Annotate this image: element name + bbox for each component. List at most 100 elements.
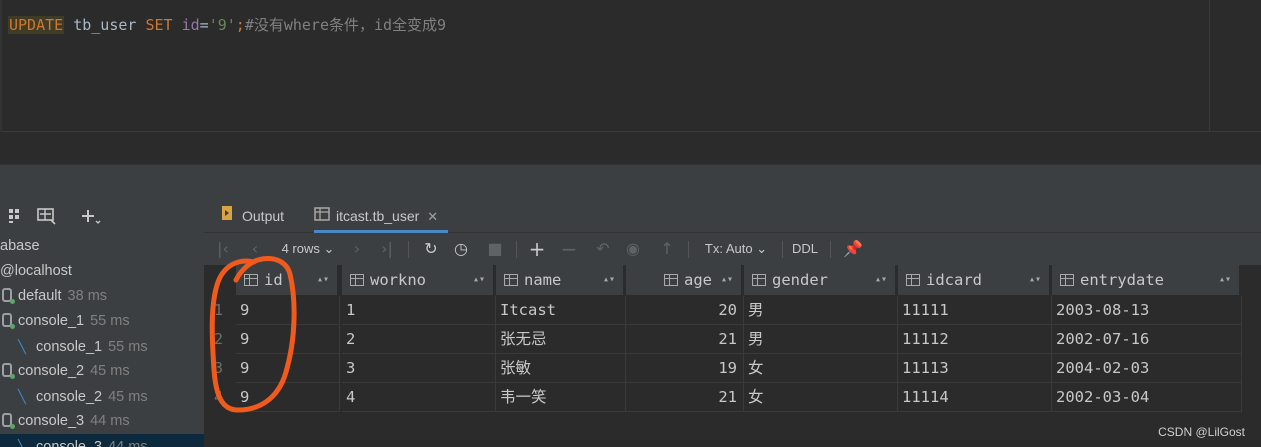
cell-gender[interactable]: 男 [744, 296, 898, 325]
right-margin-rule [1209, 0, 1210, 132]
tree-item-label: default [18, 288, 62, 304]
tree-item-console-1-file[interactable]: ╲ console_1 55 ms [18, 334, 148, 359]
cell-age[interactable]: 21 [626, 383, 744, 412]
tab-table[interactable]: itcast.tb_user ✕ [314, 200, 449, 233]
sort-icon[interactable]: ▴▾ [473, 265, 485, 295]
cell-id[interactable]: 9 [236, 296, 340, 325]
cell-id[interactable]: 9 [236, 383, 340, 412]
column-header-gender[interactable]: gender ▴▾ [744, 265, 896, 295]
row-number[interactable]: 3 [204, 354, 236, 383]
cell-entrydate[interactable]: 2004-02-03 [1052, 354, 1242, 383]
tree-item-console-2-file[interactable]: ╲ console_2 45 ms [18, 384, 148, 409]
view-changes-icon[interactable]: ◉ [622, 233, 644, 265]
column-header-entrydate[interactable]: entrydate ▴▾ [1052, 265, 1240, 295]
sql-console-icon: ╲ [18, 389, 26, 404]
row-number[interactable]: 4 [204, 383, 236, 412]
data-grid[interactable]: id ▴▾ workno ▴▾ name ▴▾ age ▴▾ gender ▴▾ idca… [204, 265, 1261, 447]
structure-icon[interactable] [8, 206, 26, 226]
rows-count-dropdown[interactable]: 4 rows ⌄ [276, 233, 340, 265]
cell-entrydate[interactable]: 2002-07-16 [1052, 325, 1242, 354]
next-page-icon[interactable]: › [346, 233, 368, 265]
tree-item-time: 44 ms [90, 413, 130, 429]
column-icon [664, 274, 678, 286]
close-icon[interactable]: ✕ [427, 209, 438, 224]
cell-name[interactable]: 张无忌 [496, 325, 626, 354]
refresh-icon[interactable]: ↻ [420, 233, 442, 265]
tree-item-localhost[interactable]: @localhost [0, 259, 72, 284]
cell-workno[interactable]: 2 [342, 325, 496, 354]
column-header-idcard[interactable]: idcard ▴▾ [898, 265, 1050, 295]
last-page-icon[interactable]: ›| [376, 233, 398, 265]
column-header-name[interactable]: name ▴▾ [496, 265, 624, 295]
rows-count-label: 4 rows [281, 241, 320, 256]
cell-entrydate[interactable]: 2002-03-04 [1052, 383, 1242, 412]
output-icon [220, 200, 236, 233]
column-icon [1060, 274, 1074, 286]
chevron-down-icon: ⌄ [756, 241, 768, 256]
tab-output-label: Output [242, 208, 285, 224]
sort-icon[interactable]: ▴▾ [1029, 265, 1041, 295]
tab-output[interactable]: Output [220, 200, 284, 233]
cell-age[interactable]: 21 [626, 325, 744, 354]
cell-idcard[interactable]: 11114 [898, 383, 1052, 412]
sort-icon[interactable]: ▴▾ [603, 265, 615, 295]
tree-item-default[interactable]: default 38 ms [2, 284, 107, 309]
cell-gender[interactable]: 女 [744, 383, 898, 412]
pin-icon[interactable]: 📌 [842, 233, 864, 265]
revert-icon[interactable]: ↶ [592, 233, 614, 265]
tree-item-time: 55 ms [90, 313, 130, 329]
sort-icon[interactable]: ▴▾ [721, 265, 733, 295]
cell-idcard[interactable]: 11113 [898, 354, 1052, 383]
cell-gender[interactable]: 女 [744, 354, 898, 383]
tree-item-console-2[interactable]: console_2 45 ms [2, 359, 130, 384]
stop-icon[interactable]: ■ [484, 233, 506, 265]
results-toolbar: |‹ ‹ 4 rows ⌄ › ›| ↻ ◷ ■ + − ↶ ◉ ↑ Tx: A… [204, 233, 1261, 265]
tree-item-console-1[interactable]: console_1 55 ms [2, 309, 130, 334]
tree-item-time: 38 ms [67, 288, 108, 304]
ddl-button[interactable]: DDL [790, 233, 820, 265]
cell-name[interactable]: 张敏 [496, 354, 626, 383]
tree-item-database[interactable]: abase [0, 234, 40, 259]
history-icon[interactable]: ◷ [450, 233, 472, 265]
cell-workno[interactable]: 3 [342, 354, 496, 383]
tab-table-label: itcast.tb_user [336, 208, 420, 224]
tree-item-console-3-file[interactable]: ╲ console_3 44 ms [0, 434, 204, 447]
cell-id[interactable]: 9 [236, 325, 340, 354]
query-console-icon[interactable] [36, 206, 58, 226]
cell-id[interactable]: 9 [236, 354, 340, 383]
results-tabbar: Output itcast.tb_user ✕ [204, 200, 1261, 233]
previous-page-icon[interactable]: ‹ [244, 233, 266, 265]
cell-workno[interactable]: 1 [342, 296, 496, 325]
sql-editor[interactable]: UPDATE tb_user SET id='9';#没有where条件，id全… [0, 0, 1261, 132]
add-icon[interactable] [80, 206, 102, 226]
cell-age[interactable]: 19 [626, 354, 744, 383]
sort-icon[interactable]: ▴▾ [1219, 265, 1231, 295]
column-header-workno[interactable]: workno ▴▾ [342, 265, 494, 295]
tree-item-console-3[interactable]: console_3 44 ms [2, 409, 130, 434]
add-row-icon[interactable]: + [526, 233, 548, 265]
tx-mode-dropdown[interactable]: Tx: Auto ⌄ [698, 233, 774, 265]
column-header-id[interactable]: id ▴▾ [236, 265, 338, 295]
delete-row-icon[interactable]: − [558, 233, 580, 265]
column-header-age[interactable]: age ▴▾ [626, 265, 742, 295]
submit-icon[interactable]: ↑ [656, 233, 678, 265]
cell-age[interactable]: 20 [626, 296, 744, 325]
cell-workno[interactable]: 4 [342, 383, 496, 412]
first-page-icon[interactable]: |‹ [212, 233, 234, 265]
cell-entrydate[interactable]: 2003-08-13 [1052, 296, 1242, 325]
sql-statement[interactable]: UPDATE tb_user SET id='9';#没有where条件，id全… [8, 13, 446, 37]
row-number[interactable]: 2 [204, 325, 236, 354]
tree-item-label: console_3 [18, 413, 85, 429]
cell-gender[interactable]: 男 [744, 325, 898, 354]
sort-icon[interactable]: ▴▾ [875, 265, 887, 295]
session-icon [2, 288, 15, 304]
row-number[interactable]: 1 [204, 296, 236, 325]
cell-name[interactable]: Itcast [496, 296, 626, 325]
cell-idcard[interactable]: 11111 [898, 296, 1052, 325]
sort-icon[interactable]: ▴▾ [317, 265, 329, 295]
toolbar-divider [516, 241, 517, 258]
cell-idcard[interactable]: 11112 [898, 325, 1052, 354]
tree-item-label: console_2 [18, 363, 85, 379]
panel-splitter[interactable] [0, 164, 1261, 200]
cell-name[interactable]: 韦一笑 [496, 383, 626, 412]
